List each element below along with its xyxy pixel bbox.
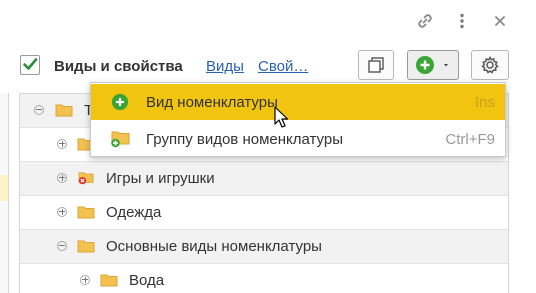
close-icon[interactable] [489,10,511,32]
types-link[interactable]: Виды [206,58,244,75]
link-icon[interactable] [414,10,436,32]
expand-toggle[interactable] [57,207,67,217]
collapse-toggle[interactable] [57,241,67,251]
left-pane-selection [0,175,8,201]
collapse-toggle[interactable] [34,105,44,115]
menu-item-label: Вид номенклатуры [146,94,278,111]
settings-button[interactable] [471,50,509,80]
tree-row-label: Игры и игрушки [106,170,215,187]
add-dropdown-button[interactable] [407,50,459,80]
folder-deleted-icon [78,172,94,185]
menu-item-shortcut: Ctrl+F9 [445,131,495,148]
folder-icon [77,206,95,219]
add-icon [416,56,434,74]
chevron-down-icon [444,64,448,67]
copy-icon [368,57,384,73]
menu-item-add-group[interactable]: Группу видов номенклатуры Ctrl+F9 [91,121,505,157]
menu-item-add-type[interactable]: Вид номенклатуры Ins [91,84,505,120]
tree-row[interactable]: Одежда [20,196,508,230]
tree-row[interactable]: Основные виды номенклатуры [20,230,508,264]
expand-toggle[interactable] [57,173,67,183]
menu-item-label: Группу видов номенклатуры [146,131,343,148]
tree-row[interactable]: Игры и игрушки [20,162,508,196]
expand-toggle[interactable] [80,275,90,285]
left-pane-edge [0,93,9,293]
tree-row-label: Вода [129,272,165,289]
add-icon [111,93,129,111]
section-title: Виды и свойства [54,58,183,75]
group-checkbox[interactable] [20,55,40,75]
folder-icon [55,104,73,117]
tree-row-label: Основные виды номенклатуры [106,238,322,255]
gear-icon [481,56,499,74]
folder-icon [77,240,95,253]
folder-icon [100,274,118,287]
mouse-cursor-icon [274,106,289,128]
add-dropdown-menu: Вид номенклатуры Ins Группу видов номенк… [90,82,506,157]
properties-link[interactable]: Свой… [258,58,308,75]
add-folder-icon [111,131,130,148]
expand-toggle[interactable] [57,139,67,149]
copy-button[interactable] [358,50,394,80]
tree-row-label: Одежда [106,204,162,221]
tree-row[interactable]: Вода [20,264,508,293]
more-options-icon[interactable] [451,10,473,32]
menu-item-shortcut: Ins [474,94,495,111]
